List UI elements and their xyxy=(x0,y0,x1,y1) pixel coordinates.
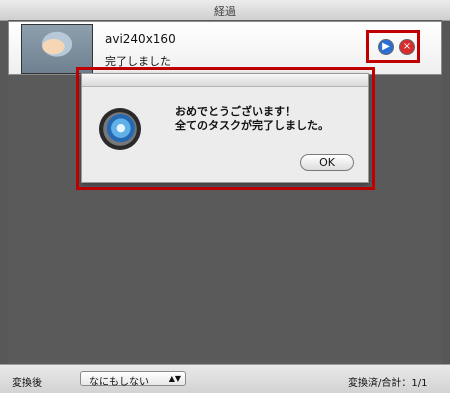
window-title: 経過 xyxy=(214,5,236,18)
ok-button[interactable]: OK xyxy=(300,154,354,171)
chevron-up-down-icon: ▲▼ xyxy=(168,374,181,383)
conversion-summary: 変換済/合計：1/1 xyxy=(348,378,428,389)
bottom-bar: 変換後 なにもしない ▲▼ 変換済/合計：1/1 xyxy=(0,364,450,393)
after-conversion-label: 変換後 xyxy=(12,378,42,389)
play-button[interactable]: ▶ xyxy=(378,39,394,55)
completion-dialog: おめでとうございます！ 全てのタスクが完了しました。 OK xyxy=(81,73,369,183)
app-icon xyxy=(99,108,141,150)
play-icon: ▶ xyxy=(382,41,390,52)
after-conversion-value: なにもしない xyxy=(89,377,149,388)
title-bar: 経過 xyxy=(0,0,450,21)
progress-window: 経過 avi240x160 完了しました ▶ × おめでとうございます！ 全ての… xyxy=(0,0,450,393)
close-icon: × xyxy=(402,41,412,52)
dialog-message-line2: 全てのタスクが完了しました。 xyxy=(175,119,329,132)
after-conversion-select[interactable]: なにもしない ▲▼ xyxy=(80,371,186,388)
dialog-title-bar xyxy=(82,74,368,87)
file-name: avi240x160 xyxy=(105,32,176,46)
close-button[interactable]: × xyxy=(399,39,415,55)
